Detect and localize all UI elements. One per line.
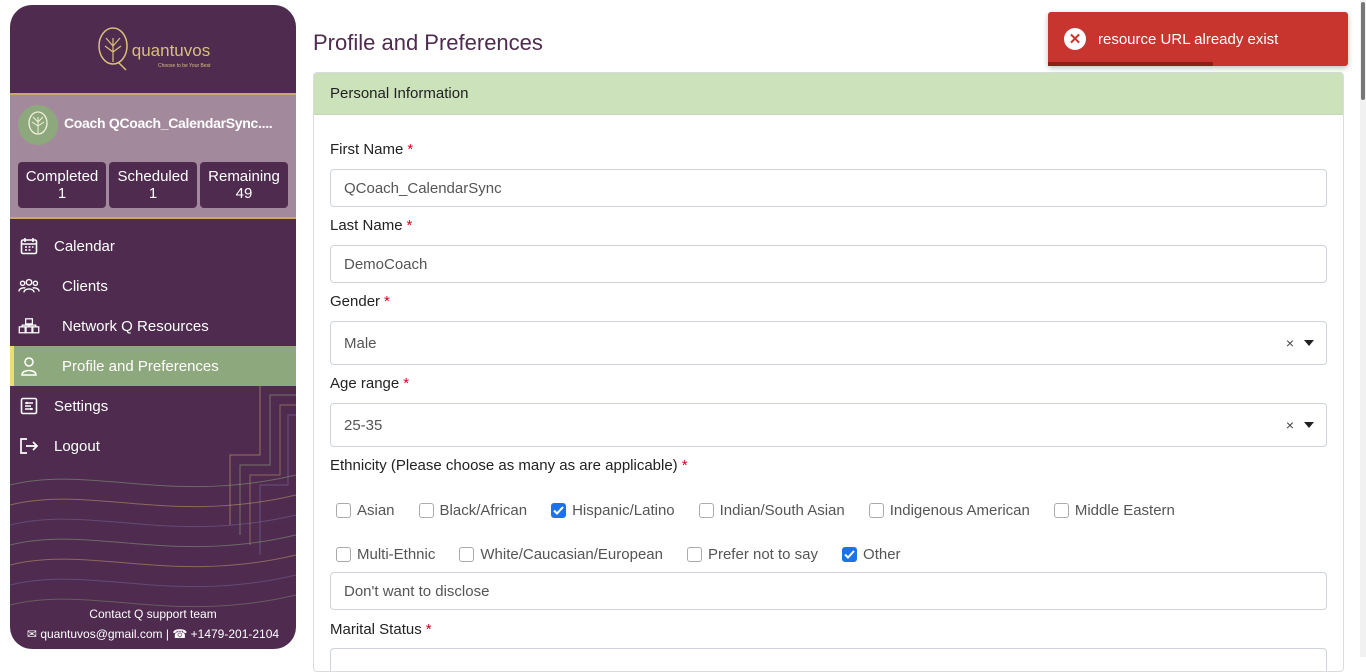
checkbox[interactable]: [418, 503, 434, 518]
age-range-select[interactable]: 25-35 ×: [330, 403, 1327, 447]
last-name-field[interactable]: DemoCoach: [330, 245, 1327, 283]
chevron-down-icon[interactable]: [1304, 422, 1314, 428]
sidebar-item-label: Profile and Preferences: [62, 357, 219, 375]
sidebar-item-label: Logout: [54, 437, 100, 455]
checkbox[interactable]: [336, 503, 351, 518]
checkbox[interactable]: [686, 547, 702, 562]
scrollbar-thumb[interactable]: [1361, 2, 1365, 100]
marital-status-label: Marital Status *: [330, 621, 432, 638]
stat-completed: Completed 1: [18, 162, 106, 208]
sidebar-item-settings[interactable]: Settings: [10, 386, 296, 426]
checkbox-checked[interactable]: [842, 547, 858, 562]
gender-label: Gender *: [330, 293, 390, 310]
session-stats: Completed 1 Scheduled 1 Remaining 49: [18, 162, 288, 208]
ethnicity-prefer-not-to-say[interactable]: Prefer not to say: [686, 546, 818, 563]
clear-icon[interactable]: ×: [1286, 335, 1294, 351]
chevron-down-icon[interactable]: [1304, 340, 1314, 346]
toast-progress-bar: [1048, 62, 1213, 66]
checkbox[interactable]: [1053, 503, 1069, 518]
sidebar-item-calendar[interactable]: Calendar: [10, 226, 296, 266]
sidebar-item-logout[interactable]: Logout: [10, 426, 296, 466]
first-name-field[interactable]: QCoach_CalendarSync: [330, 169, 1327, 207]
ethnicity-middle-eastern[interactable]: Middle Eastern: [1053, 502, 1175, 519]
clear-icon[interactable]: ×: [1286, 417, 1294, 433]
coach-name: Coach QCoach_CalendarSync....: [64, 115, 273, 131]
brand-name: quantuvos: [131, 41, 211, 60]
network-icon: [18, 315, 40, 337]
ethnicity-multi-ethnic[interactable]: Multi-Ethnic: [336, 546, 435, 563]
checkbox[interactable]: [698, 503, 714, 518]
checkbox[interactable]: [868, 503, 884, 518]
ethnicity-indian-south-asian[interactable]: Indian/South Asian: [698, 502, 845, 519]
page-title: Profile and Preferences: [313, 30, 543, 55]
sidebar-item-label: Settings: [54, 397, 109, 415]
sidebar: quantuvos Choose to be Your Best Coach Q…: [10, 5, 296, 649]
toast-message: resource URL already exist: [1098, 30, 1279, 48]
sidebar-nav: Calendar Clients Network Q Resources Pro…: [10, 226, 296, 466]
users-icon: [18, 275, 40, 297]
calendar-icon: [18, 235, 40, 257]
error-toast[interactable]: ✕ resource URL already exist: [1048, 12, 1348, 66]
ethnicity-black-african[interactable]: Black/African: [418, 502, 527, 519]
first-name-label: First Name *: [330, 141, 414, 158]
support-phone[interactable]: +1479-201-2104: [191, 627, 279, 641]
ethnicity-other[interactable]: Other: [842, 546, 901, 563]
ethnicity-options-row-1: Asian Black/African Hispanic/Latino Indi…: [336, 502, 1199, 519]
logo: quantuvos Choose to be Your Best: [10, 5, 296, 95]
checkbox[interactable]: [336, 547, 351, 562]
personal-info-card: Personal Information First Name * QCoach_…: [313, 72, 1344, 672]
ethnicity-hispanic-latino[interactable]: Hispanic/Latino: [551, 502, 675, 519]
sidebar-item-label: Network Q Resources: [62, 317, 209, 335]
avatar: [18, 105, 58, 145]
sidebar-item-label: Clients: [62, 277, 108, 295]
sidebar-item-profile[interactable]: Profile and Preferences: [10, 346, 296, 386]
section-header: Personal Information: [314, 73, 1343, 115]
checkbox[interactable]: [459, 547, 475, 562]
sidebar-item-label: Calendar: [54, 237, 115, 255]
support-footer: Contact Q support team ✉ quantuvos@gmail…: [10, 607, 296, 641]
ethnicity-options-row-2: Multi-Ethnic White/Caucasian/European Pr…: [336, 546, 925, 563]
phone-icon: ☎: [172, 627, 188, 641]
gender-select[interactable]: Male ×: [330, 321, 1327, 365]
logout-icon: [18, 435, 40, 457]
tree-logo-icon: [28, 111, 48, 135]
ethnicity-asian[interactable]: Asian: [336, 502, 395, 519]
support-title: Contact Q support team: [89, 607, 217, 621]
last-name-label: Last Name *: [330, 217, 413, 234]
profile-summary: Coach QCoach_CalendarSync.... Completed …: [10, 95, 296, 219]
ethnicity-label: Ethnicity (Please choose as many as are …: [330, 457, 688, 474]
sidebar-item-network-resources[interactable]: Network Q Resources: [10, 306, 296, 346]
error-close-icon[interactable]: ✕: [1064, 28, 1086, 50]
user-icon: [18, 355, 40, 377]
ethnicity-other-input[interactable]: Don't want to disclose: [330, 572, 1327, 610]
stat-scheduled: Scheduled 1: [109, 162, 197, 208]
checkbox-checked[interactable]: [551, 503, 567, 518]
age-range-label: Age range *: [330, 375, 410, 392]
tree-logo-icon: [98, 27, 128, 71]
stat-remaining: Remaining 49: [200, 162, 288, 208]
brand-tagline: Choose to be Your Best: [158, 63, 211, 69]
ethnicity-indigenous-american[interactable]: Indigenous American: [868, 502, 1030, 519]
page-scrollbar[interactable]: [1360, 0, 1366, 657]
ethnicity-white-caucasian[interactable]: White/Caucasian/European: [459, 546, 663, 563]
support-email[interactable]: quantuvos@gmail.com: [40, 627, 162, 641]
mail-icon: ✉: [26, 627, 37, 641]
sidebar-item-clients[interactable]: Clients: [10, 266, 296, 306]
marital-status-select[interactable]: [330, 648, 1327, 671]
settings-icon: [18, 395, 40, 417]
